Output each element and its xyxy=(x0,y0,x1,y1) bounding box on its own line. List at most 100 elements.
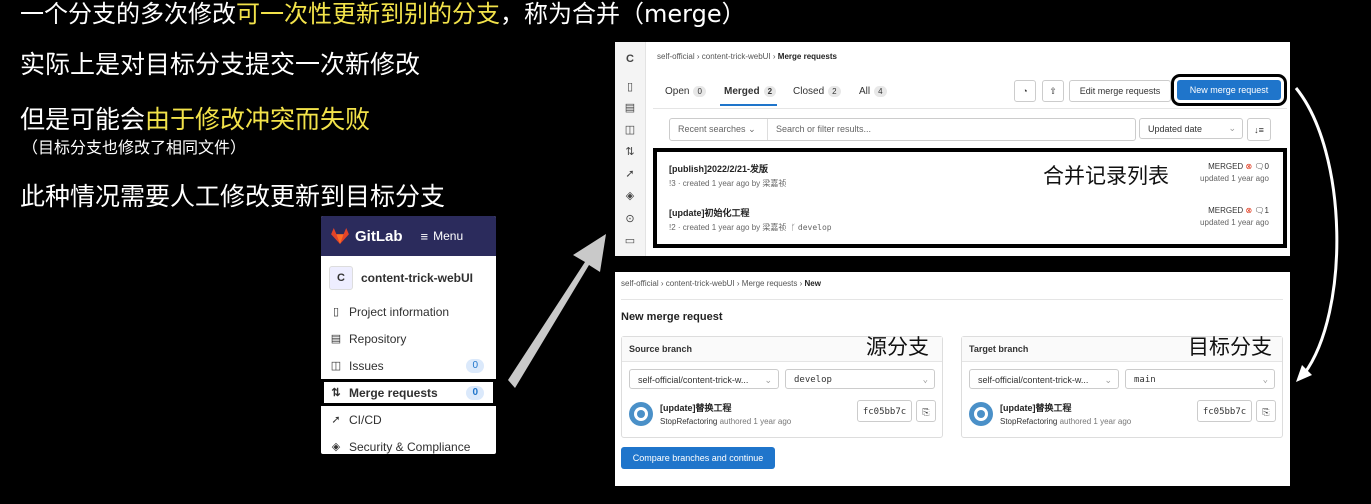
source-branch-panel: Source branch 源分支 self-official/content-… xyxy=(621,335,943,438)
breadcrumb-item[interactable]: content-trick-webUI xyxy=(666,279,735,288)
gitlab-logo-icon[interactable] xyxy=(331,228,349,244)
source-commit-hash[interactable]: fc05bb7c xyxy=(857,400,912,422)
commit-author[interactable]: StopRefactoring xyxy=(660,417,717,426)
arrow-sidebar-to-list xyxy=(508,234,606,388)
gitlab-title: GitLab xyxy=(355,227,403,245)
commit-time: authored 1 year ago xyxy=(1059,417,1132,426)
upload-icon: ⇧ xyxy=(1049,85,1057,96)
merge-request-icon[interactable]: ⇅ xyxy=(623,145,637,159)
issues-icon[interactable]: ◫ xyxy=(623,123,637,137)
mr-updated: updated 1 year ago xyxy=(1200,174,1269,183)
branch-icon: ᚴ xyxy=(790,223,796,232)
sort-label: Updated date xyxy=(1148,123,1203,134)
target-project-select[interactable]: self-official/content-trick-w... ⌄ xyxy=(969,369,1119,389)
gitlab-header: GitLab ≡ Menu xyxy=(321,216,496,256)
recent-searches-dropdown[interactable]: Recent searches ⌄ xyxy=(678,124,756,135)
cancel-icon: ⊗ xyxy=(1245,206,1253,215)
mr-title[interactable]: [publish]2022/2/21-发版 xyxy=(669,162,786,175)
header-divider xyxy=(621,299,1283,300)
breadcrumb-item[interactable]: self-official xyxy=(621,279,659,288)
edit-merge-requests-button[interactable]: Edit merge requests xyxy=(1069,80,1171,102)
sort-dropdown[interactable]: Updated date ⌄ xyxy=(1139,118,1243,139)
target-branch-value: main xyxy=(1134,375,1156,385)
tab-open[interactable]: Open 0 xyxy=(665,86,706,97)
deploy-icon[interactable]: ⊙ xyxy=(623,212,637,226)
source-branch-select[interactable]: develop ⌄ xyxy=(785,369,935,389)
target-commit-hash[interactable]: fc05bb7c xyxy=(1197,400,1252,422)
issues-icon: ◫ xyxy=(330,360,342,372)
sidebar-item-label: Security & Compliance xyxy=(349,439,471,454)
gitlab-sidebar: GitLab ≡ Menu C content-trick-webUI ▯ Pr… xyxy=(321,216,496,454)
line3-pre: 但是可能会 xyxy=(20,105,146,134)
rocket-icon[interactable]: ➚ xyxy=(623,167,637,181)
list-item[interactable]: [update]初始化工程 !2 · created 1 year ago by… xyxy=(669,206,832,233)
sidebar-item-issues[interactable]: ◫ Issues 0 xyxy=(321,352,496,379)
source-project-select[interactable]: self-official/content-trick-w... ⌄ xyxy=(629,369,779,389)
search-filter-bar[interactable]: Recent searches ⌄ Search or filter resul… xyxy=(669,118,1136,141)
tab-label: Closed xyxy=(793,86,825,97)
new-merge-request-button[interactable]: New merge request xyxy=(1171,74,1287,106)
breadcrumb-item[interactable]: content-trick-webUI xyxy=(702,52,771,61)
tab-count: 2 xyxy=(763,86,777,97)
target-project-value: self-official/content-trick-w... xyxy=(978,375,1089,385)
mr-status: MERGED ⊗ 🗨0 updated 1 year ago xyxy=(1200,162,1269,183)
tabs-divider xyxy=(653,108,1287,109)
tab-count: 2 xyxy=(828,86,841,97)
menu-button[interactable]: ≡ Menu xyxy=(421,229,464,244)
slide-line-2: 实际上是对目标分支提交一次新修改 xyxy=(20,50,421,79)
project-header[interactable]: C content-trick-webUI xyxy=(321,256,496,298)
commit-author-line: StopRefactoring authored 1 year ago xyxy=(1000,417,1131,426)
comment-icon: 🗨 xyxy=(1254,206,1265,215)
compare-branches-button[interactable]: Compare branches and continue xyxy=(621,447,775,469)
copy-hash-button[interactable]: ⎘ xyxy=(916,400,936,422)
export-button[interactable]: ⇧ xyxy=(1042,80,1064,102)
sort-direction-button[interactable]: ↓≡ xyxy=(1247,118,1271,141)
chevron-down-icon: ⌄ xyxy=(922,375,928,385)
page-title: New merge request xyxy=(621,311,723,323)
sidebar-item-merge-requests[interactable]: ⇅ Merge requests 0 xyxy=(321,379,496,406)
target-branch-select[interactable]: main ⌄ xyxy=(1125,369,1275,389)
commit-title[interactable]: [update]替换工程 xyxy=(660,401,791,414)
commit-title[interactable]: [update]替换工程 xyxy=(1000,401,1131,414)
tab-count: 0 xyxy=(693,86,706,97)
author-avatar xyxy=(969,402,993,426)
shield-icon[interactable]: ◈ xyxy=(623,189,637,203)
breadcrumb-item[interactable]: self-official xyxy=(657,52,695,61)
copy-hash-button[interactable]: ⎘ xyxy=(1256,400,1276,422)
tab-all[interactable]: All 4 xyxy=(859,86,887,97)
merge-request-list: [publish]2022/2/21-发版 !3 · created 1 yea… xyxy=(653,148,1287,248)
mr-title[interactable]: [update]初始化工程 xyxy=(669,206,832,219)
recent-searches-label: Recent searches xyxy=(678,124,746,134)
monitor-icon[interactable]: ▭ xyxy=(623,234,637,248)
rss-button[interactable]: ◔ xyxy=(1014,80,1036,102)
source-annotation: 源分支 xyxy=(866,335,929,359)
target-annotation: 目标分支 xyxy=(1188,335,1272,359)
sidebar-item-repository[interactable]: ▤ Repository xyxy=(321,325,496,352)
list-item[interactable]: [publish]2022/2/21-发版 !3 · created 1 yea… xyxy=(669,162,786,189)
sidebar-item-project-information[interactable]: ▯ Project information xyxy=(321,298,496,325)
slide-line-1: 一个分支的多次修改可一次性更新到别的分支，称为合并（merge） xyxy=(20,0,746,29)
tab-closed[interactable]: Closed 2 xyxy=(793,86,841,97)
commit-time: authored 1 year ago xyxy=(719,417,792,426)
breadcrumb-item[interactable]: Merge requests xyxy=(742,279,798,288)
commit-author[interactable]: StopRefactoring xyxy=(1000,417,1057,426)
project-avatar-small[interactable]: C xyxy=(623,52,637,66)
line1-post: ，称为合并（merge） xyxy=(500,0,746,28)
info-icon[interactable]: ▯ xyxy=(623,80,637,94)
comment-icon: 🗨 xyxy=(1254,162,1265,171)
slide-line-4: 此种情况需要人工修改更新到目标分支 xyxy=(20,182,446,211)
tab-count: 4 xyxy=(874,86,887,97)
search-input[interactable]: Search or filter results... xyxy=(776,124,871,134)
tab-merged[interactable]: Merged 2 xyxy=(724,86,777,97)
merged-badge: MERGED xyxy=(1208,206,1244,215)
sidebar-item-security[interactable]: ◈ Security & Compliance xyxy=(321,433,496,454)
sidebar-item-ci-cd[interactable]: ➚ CI/CD xyxy=(321,406,496,433)
chevron-down-icon: ⌄ xyxy=(748,124,756,134)
slide-line-3: 但是可能会由于修改冲突而失败 xyxy=(20,100,370,136)
book-icon[interactable]: ▤ xyxy=(623,101,637,115)
line1-highlight: 可一次性更新到别的分支 xyxy=(236,0,500,28)
copy-icon: ⎘ xyxy=(1262,407,1270,417)
breadcrumb: self-official › content-trick-webUI › Me… xyxy=(657,52,837,61)
branch-label[interactable]: develop xyxy=(798,223,832,232)
line3-highlight: 由于修改冲突而失败 xyxy=(145,105,371,134)
